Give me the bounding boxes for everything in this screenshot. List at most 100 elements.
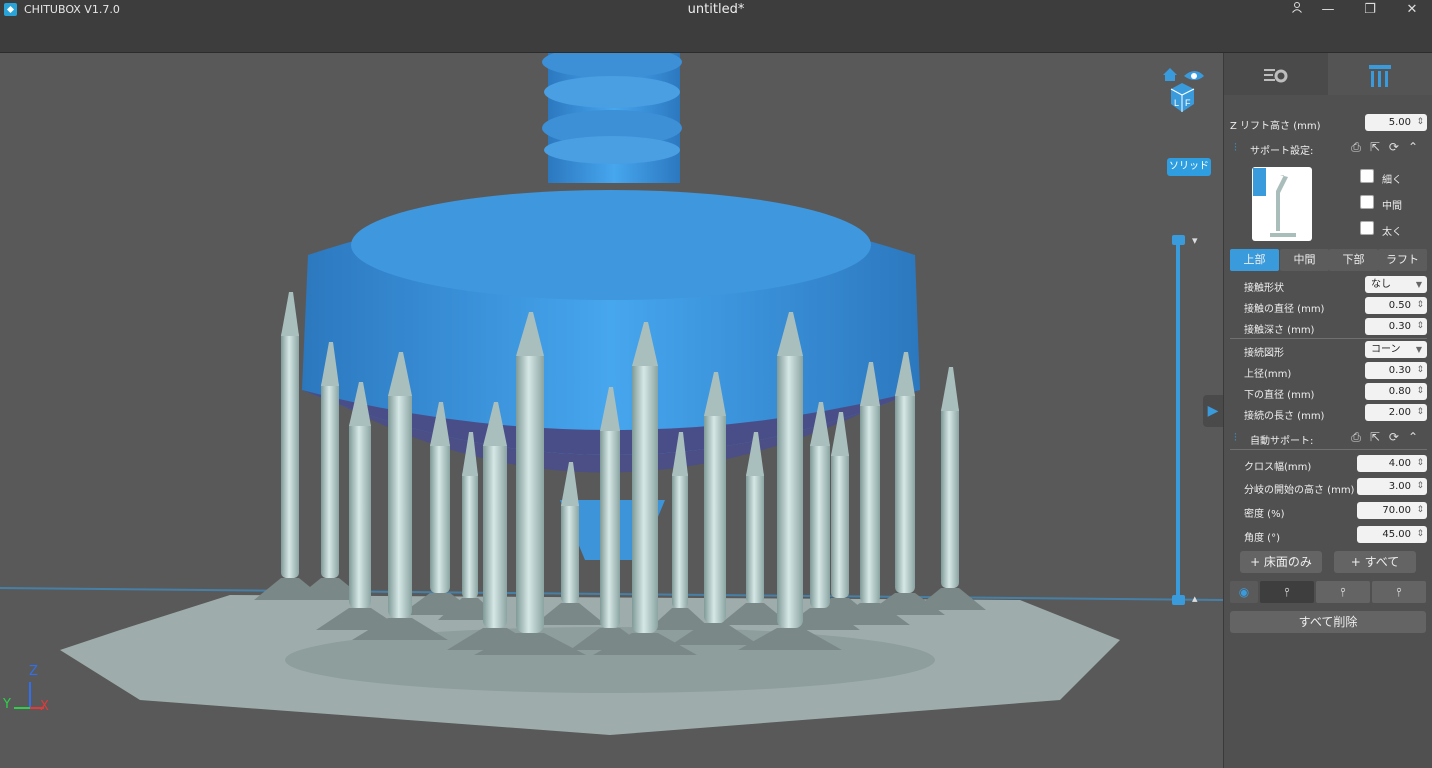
support-icon — [1369, 64, 1391, 87]
panel-collapse-button[interactable]: ▶ — [1203, 395, 1223, 427]
density-thin-label: 細く — [1382, 175, 1402, 186]
chevron-up-icon[interactable]: ▴ — [1192, 592, 1198, 605]
param-label: 接続の長さ (mm) — [1244, 411, 1325, 422]
support-pillar — [600, 425, 620, 628]
param-label: 密度 (%) — [1244, 509, 1285, 520]
scene-render — [0, 53, 1223, 735]
support-tip — [281, 292, 299, 336]
support-pillar — [632, 360, 658, 633]
support-pillar — [831, 450, 849, 598]
support-pillar — [895, 390, 915, 593]
z-lift-input[interactable]: 5.00 — [1365, 114, 1427, 131]
layer-slider-bottom-handle[interactable] — [1172, 595, 1185, 605]
param-label: 角度 (°) — [1244, 533, 1280, 544]
contact-depth-input[interactable]: 0.30 — [1365, 318, 1427, 335]
section-actions[interactable]: ⎙⇱⟳⌃ — [1351, 430, 1427, 445]
home-icon — [1163, 68, 1177, 81]
density-thick-checkbox[interactable] — [1360, 221, 1374, 235]
subtab-bottom[interactable]: 下部 — [1329, 249, 1378, 271]
document-title: untitled* — [687, 2, 745, 17]
param-label: 接続図形 — [1244, 348, 1284, 359]
auto-support-header: ⫶ 自動サポート: ⎙⇱⟳⌃ — [1224, 427, 1432, 449]
support-pillar — [746, 470, 764, 603]
all-support-button[interactable]: + すべて — [1334, 551, 1416, 573]
restore-button[interactable]: ❐ — [1355, 0, 1385, 20]
subtab-top[interactable]: 上部 — [1230, 249, 1279, 271]
connection-shape-select[interactable]: コーン — [1365, 341, 1427, 358]
layer-slider-top-handle[interactable] — [1172, 235, 1185, 245]
chevron-down-icon[interactable]: ▾ — [1192, 234, 1198, 247]
user-icon[interactable] — [1282, 0, 1312, 20]
edit-support-tool-icon[interactable]: ⫯ — [1372, 581, 1426, 603]
support-preview — [1252, 167, 1312, 241]
param-label: 接触形状 — [1244, 283, 1284, 294]
support-tip — [941, 367, 959, 411]
support-pillar — [281, 330, 299, 578]
subtab-raft[interactable]: ラフト — [1378, 249, 1427, 271]
tab-support[interactable] — [1328, 53, 1432, 95]
divider — [1230, 338, 1427, 339]
support-pillar — [704, 410, 726, 623]
support-small-icon: ⫶ — [1234, 141, 1237, 154]
support-pillar — [810, 440, 830, 608]
density-input[interactable]: 70.00 — [1357, 502, 1427, 519]
contact-diameter-input[interactable]: 0.50 — [1365, 297, 1427, 314]
param-label: 分岐の開始の高さ (mm) — [1244, 485, 1355, 496]
density-thin-checkbox[interactable] — [1360, 169, 1374, 183]
menu-bar — [0, 20, 1432, 53]
delete-all-button[interactable]: すべて削除 — [1230, 611, 1426, 633]
upper-diameter-input[interactable]: 0.30 — [1365, 362, 1427, 379]
support-settings-title: サポート設定: — [1250, 146, 1314, 157]
cross-width-input[interactable]: 4.00 — [1357, 455, 1427, 472]
density-medium-checkbox[interactable] — [1360, 195, 1374, 209]
param-label: 下の直径 (mm) — [1244, 390, 1315, 401]
z-lift-label: Z リフト高さ (mm) — [1230, 121, 1321, 132]
density-medium-label: 中間 — [1382, 201, 1402, 212]
axis-x-label: X — [40, 699, 49, 714]
remove-support-tool-icon[interactable]: ⫯ — [1316, 581, 1370, 603]
view-cube[interactable]: L F — [1160, 66, 1206, 114]
support-settings-header: ⫶ サポート設定: ⎙⇱⟳⌃ — [1224, 137, 1432, 159]
contact-shape-select[interactable]: なし — [1365, 276, 1427, 293]
support-pillar — [672, 470, 688, 608]
tab-print-settings[interactable] — [1224, 53, 1328, 95]
param-label: 接触の直径 (mm) — [1244, 304, 1325, 315]
model-neck — [542, 53, 682, 183]
support-pillar — [349, 420, 371, 608]
settings-icon — [1264, 68, 1288, 82]
support-panel: Z リフト高さ (mm) 5.00 ⫶ サポート設定: ⎙⇱⟳⌃ 細く 中間 太… — [1223, 53, 1432, 768]
support-pillar — [941, 405, 959, 588]
close-button[interactable]: ✕ — [1397, 0, 1427, 20]
support-pillar — [321, 380, 339, 578]
title-bar: CHITUBOX V1.7.0 untitled* — ❐ ✕ — [0, 0, 1432, 20]
render-mode-button[interactable]: ソリッド — [1167, 158, 1211, 176]
support-pillar — [561, 500, 579, 603]
3d-viewport[interactable] — [0, 53, 1223, 768]
subtab-middle[interactable]: 中間 — [1280, 249, 1329, 271]
density-thick-label: 太く — [1382, 227, 1402, 238]
axis-y-label: Y — [3, 697, 11, 712]
branch-height-input[interactable]: 3.00 — [1357, 478, 1427, 495]
svg-text:F: F — [1185, 98, 1191, 108]
param-label: 接触深さ (mm) — [1244, 325, 1315, 336]
add-support-tool-icon[interactable]: ⫯ — [1260, 581, 1314, 603]
support-pillar — [483, 440, 507, 628]
connection-length-input[interactable]: 2.00 — [1365, 404, 1427, 421]
minimize-button[interactable]: — — [1313, 0, 1343, 20]
param-label: クロス幅(mm) — [1244, 462, 1312, 473]
support-pillar — [462, 470, 478, 598]
support-pillar — [430, 440, 450, 593]
param-label: 上径(mm) — [1244, 369, 1292, 380]
svg-text:L: L — [1174, 98, 1179, 108]
z-lift-row: Z リフト高さ (mm) 5.00 — [1224, 113, 1432, 133]
section-actions[interactable]: ⎙⇱⟳⌃ — [1351, 140, 1427, 155]
eye-icon[interactable]: ◉ — [1230, 581, 1258, 603]
layer-slider-track[interactable] — [1176, 240, 1180, 600]
angle-input[interactable]: 45.00 — [1357, 526, 1427, 543]
divider — [1230, 449, 1427, 450]
lower-diameter-input[interactable]: 0.80 — [1365, 383, 1427, 400]
support-pillar — [777, 350, 803, 628]
support-pillar — [516, 350, 544, 633]
floor-only-button[interactable]: + 床面のみ — [1240, 551, 1322, 573]
support-pillar — [388, 390, 412, 618]
